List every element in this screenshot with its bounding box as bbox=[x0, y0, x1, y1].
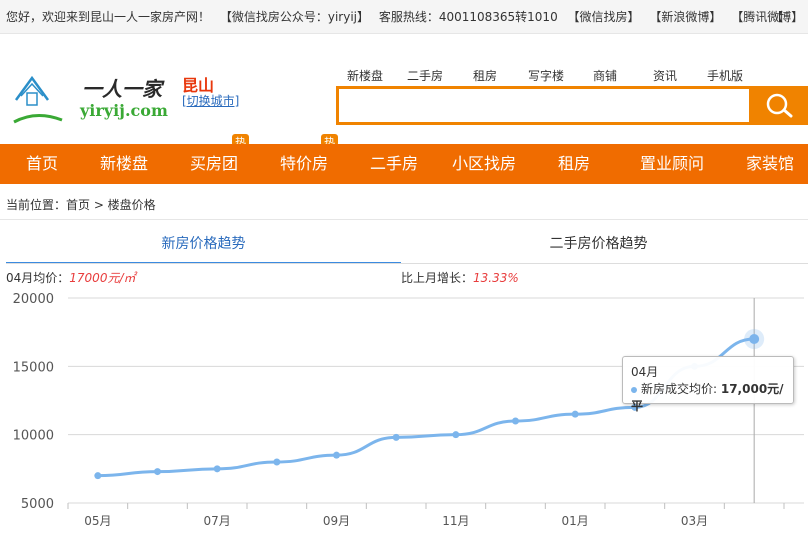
growth-value: 13.33% bbox=[473, 271, 519, 285]
quicklink-mobile[interactable]: 手机版 bbox=[707, 67, 743, 84]
logo-en-text: yiryij.com bbox=[79, 101, 168, 120]
tab-second-hand-trend[interactable]: 二手房价格趋势 bbox=[401, 224, 796, 264]
tooltip-month: 04月 bbox=[631, 365, 659, 379]
wechat-account-link[interactable]: 【微信找房公众号：yiryij】 bbox=[220, 10, 369, 24]
search-box bbox=[336, 86, 808, 125]
nav-rent[interactable]: 租房 bbox=[558, 144, 590, 184]
quicklink-new-homes[interactable]: 新楼盘 bbox=[347, 67, 383, 84]
logo-cn-text: 一人一家 bbox=[82, 77, 165, 101]
search-input[interactable] bbox=[343, 93, 743, 118]
sina-weibo-link[interactable]: 【新浪微博】 bbox=[649, 10, 721, 24]
breadcrumb: 当前位置：首页 > 楼盘价格 bbox=[6, 198, 156, 212]
data-point bbox=[392, 433, 400, 441]
y-tick-label: 10000 bbox=[13, 429, 54, 444]
nav-agents[interactable]: 置业顾问 bbox=[640, 144, 704, 184]
tab-divider bbox=[6, 263, 808, 264]
series-dot-icon bbox=[631, 386, 637, 393]
x-tick-label: 11月 bbox=[442, 514, 469, 528]
search-button[interactable] bbox=[749, 89, 808, 122]
welcome-text: 您好，欢迎来到昆山一人一家房产网！ bbox=[6, 10, 211, 24]
data-point bbox=[452, 431, 460, 439]
y-tick-label: 5000 bbox=[21, 497, 54, 512]
nav-home[interactable]: 首页 bbox=[26, 144, 58, 184]
hotline-text: 客服热线：4001108365转1010 bbox=[378, 10, 558, 24]
topbar-overflow-text: 【 bbox=[771, 10, 784, 24]
x-tick-label: 01月 bbox=[562, 514, 589, 528]
tencent-weibo-link[interactable]: 【腾讯微博】 bbox=[731, 10, 803, 24]
y-tick-label: 15000 bbox=[13, 360, 54, 375]
tab-new-home-trend[interactable]: 新房价格趋势 bbox=[6, 224, 401, 264]
growth-label: 比上月增长： bbox=[401, 271, 474, 285]
tooltip-series-label: 新房成交均价: bbox=[641, 382, 721, 396]
hover-halo bbox=[744, 329, 765, 349]
data-point bbox=[571, 410, 579, 418]
data-point bbox=[333, 451, 340, 459]
data-point bbox=[213, 465, 221, 473]
avg-price-value: 17000元/㎡ bbox=[69, 271, 136, 285]
divider bbox=[0, 219, 808, 220]
nav-new-homes[interactable]: 新楼盘 bbox=[100, 144, 148, 184]
top-bar: 您好，欢迎来到昆山一人一家房产网！ 【微信找房公众号：yiryij】 客服热线：… bbox=[0, 0, 808, 34]
y-tick-label: 20000 bbox=[13, 292, 54, 307]
logo-house-icon: 一人一家 yiryij.com bbox=[13, 75, 168, 124]
quicklink-second-hand[interactable]: 二手房 bbox=[407, 67, 443, 84]
x-tick-label: 07月 bbox=[204, 514, 231, 528]
quicklink-shops[interactable]: 商铺 bbox=[593, 67, 617, 84]
switch-city-link[interactable]: [切换城市] bbox=[182, 92, 239, 109]
quicklink-office[interactable]: 写字楼 bbox=[528, 67, 564, 84]
nav-second-hand[interactable]: 二手房 bbox=[370, 144, 418, 184]
search-icon bbox=[766, 93, 793, 118]
x-tick-label: 03月 bbox=[681, 514, 708, 528]
x-tick-label: 05月 bbox=[84, 514, 111, 528]
x-tick-label: 09月 bbox=[323, 514, 350, 528]
data-point bbox=[94, 472, 102, 480]
nav-group-buy[interactable]: 买房团 bbox=[190, 144, 238, 184]
nav-decoration[interactable]: 家装馆 bbox=[746, 144, 794, 184]
data-point bbox=[154, 468, 161, 476]
avg-price-label: 04月均价： bbox=[6, 271, 70, 285]
quicklink-rent[interactable]: 租房 bbox=[473, 67, 497, 84]
avg-price-stat: 04月均价：17000元/㎡ bbox=[6, 269, 136, 286]
site-logo[interactable]: 一人一家 yiryij.com bbox=[12, 66, 174, 132]
growth-stat: 比上月增长：13.33% bbox=[401, 269, 519, 286]
price-trend-chart[interactable]: 5000 10000 15000 20000 05月 07月 09月 11月 01月 03月 bbox=[0, 286, 808, 543]
chart-tooltip: 04月 新房成交均价: 17,000元/平 bbox=[622, 356, 794, 413]
data-point bbox=[273, 458, 281, 466]
nav-community-search[interactable]: 小区找房 bbox=[452, 144, 516, 184]
quicklink-news[interactable]: 资讯 bbox=[653, 67, 677, 84]
main-nav: 首页 新楼盘 买房团 特价房 二手房 小区找房 租房 置业顾问 家装馆 bbox=[0, 144, 808, 184]
nav-special-price[interactable]: 特价房 bbox=[280, 144, 328, 184]
data-point bbox=[512, 417, 519, 425]
wechat-link[interactable]: 【微信找房】 bbox=[568, 10, 640, 24]
